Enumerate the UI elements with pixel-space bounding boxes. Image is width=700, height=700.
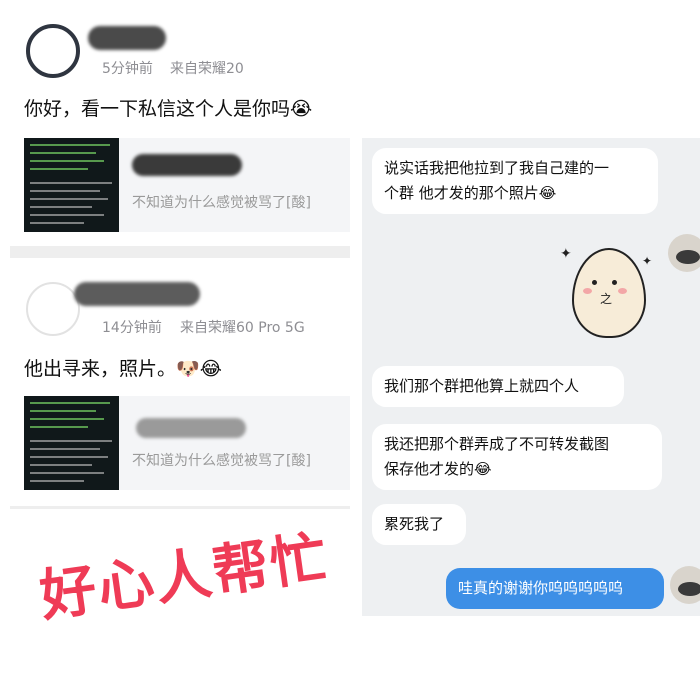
redacted-username [74, 282, 200, 306]
quoted-post-text: 不知道为什么感觉被骂了[酸] [132, 453, 311, 469]
post-text: 他出寻来，照片。🐶😂 [24, 358, 222, 380]
quoted-post-card[interactable]: 不知道为什么感觉被骂了[酸] [24, 396, 350, 490]
post-time: 5分钟前 [102, 61, 153, 77]
chat-panel: 说实话我把他拉到了我自己建的一 个群 他才发的那个照片😂 之 ✦ ✦ 我们那个群… [362, 138, 700, 616]
avatar[interactable] [26, 24, 80, 78]
screenshot-thumbnail [24, 396, 119, 490]
chat-bubble-received: 我们那个群把他算上就四个人 [372, 366, 624, 407]
post-source: 来自荣耀20 [170, 61, 244, 77]
redacted-username [88, 26, 166, 50]
avatar[interactable] [670, 566, 700, 604]
avatar[interactable] [26, 282, 80, 336]
chat-bubble-received: 说实话我把他拉到了我自己建的一 个群 他才发的那个照片😂 [372, 148, 658, 214]
post-text: 你好，看一下私信这个人是你吗😭 [24, 98, 313, 120]
post-source: 来自荣耀60 Pro 5G [180, 320, 305, 336]
divider [10, 506, 350, 509]
sticker-image[interactable]: 之 ✦ ✦ [560, 242, 656, 338]
redacted-username [136, 418, 246, 438]
chat-bubble-received: 我还把那个群弄成了不可转发截图 保存他才发的😂 [372, 424, 662, 490]
post-time: 14分钟前 [102, 320, 162, 336]
divider [10, 246, 350, 258]
laughing-emoji-icon: 😂 [199, 358, 222, 380]
avatar[interactable] [668, 234, 700, 272]
redacted-username [132, 154, 242, 176]
doge-emoji-icon: 🐶 [176, 358, 200, 380]
chat-bubble-sent: 哇真的谢谢你呜呜呜呜呜 [446, 568, 664, 609]
chat-bubble-received: 累死我了 [372, 504, 466, 545]
quoted-post-text: 不知道为什么感觉被骂了[酸] [132, 195, 311, 211]
crying-emoji-icon: 😭 [290, 98, 313, 120]
quoted-post-card[interactable]: 不知道为什么感觉被骂了[酸] [24, 138, 350, 232]
screenshot-thumbnail [24, 138, 119, 232]
